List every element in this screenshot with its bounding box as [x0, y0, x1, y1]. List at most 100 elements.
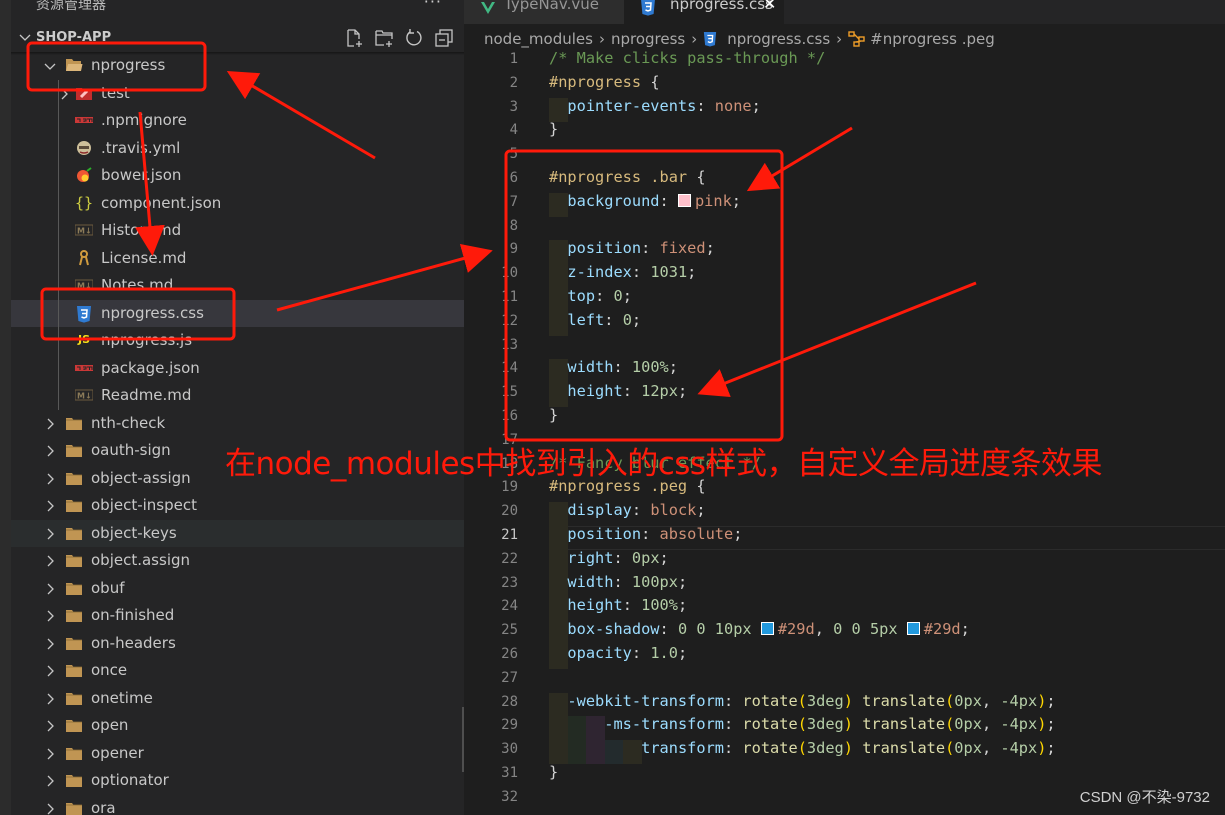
code-line[interactable]: z-index: 1031; — [549, 263, 696, 281]
chevron-right-icon[interactable] — [57, 86, 71, 100]
code-line[interactable]: #nprogress { — [549, 73, 660, 91]
tree-file[interactable]: {} component.json — [11, 190, 464, 218]
tree-item-label: component.json — [101, 193, 222, 212]
code-line[interactable]: background: pink; — [549, 192, 741, 210]
workspace-section-header[interactable]: SHOP-APP — [11, 24, 464, 52]
code-token: ; — [1046, 715, 1056, 734]
chevron-right-icon[interactable] — [43, 773, 57, 787]
tree-file[interactable]: M↓ History.md — [11, 217, 464, 245]
tree-folder[interactable]: nth-check — [11, 410, 464, 438]
code-line[interactable]: } — [549, 763, 558, 781]
code-token: 3deg — [806, 715, 844, 734]
chevron-right-icon[interactable] — [43, 443, 57, 457]
code-token: ; — [687, 263, 697, 282]
chevron-right-icon[interactable] — [43, 553, 57, 567]
code-line[interactable]: position: absolute; — [549, 525, 742, 543]
tree-file[interactable]: package.json — [11, 355, 464, 383]
svg-text:M↓: M↓ — [77, 282, 92, 291]
code-token: ; — [677, 572, 688, 591]
chevron-down-icon[interactable] — [43, 58, 57, 72]
tree-folder[interactable]: ora — [11, 795, 464, 815]
code-line[interactable]: height: 12px; — [549, 382, 687, 400]
folder-icon — [65, 690, 83, 706]
code-line[interactable]: display: block; — [549, 501, 705, 519]
breadcrumb-item[interactable]: node_modules — [484, 30, 593, 48]
code-line[interactable]: width: 100px; — [549, 573, 687, 591]
tree-file[interactable]: M↓ Readme.md — [11, 382, 464, 410]
tree-folder[interactable]: nprogress — [11, 52, 464, 80]
code-line[interactable]: box-shadow: 0 0 10px #29d, 0 0 5px #29d; — [549, 620, 969, 639]
line-number: 31 — [501, 765, 518, 781]
chevron-right-icon[interactable] — [43, 663, 57, 677]
code-token: : — [595, 287, 614, 305]
tree-folder[interactable]: object-inspect — [11, 492, 464, 520]
tree-folder[interactable]: once — [11, 657, 464, 685]
tree-item-label: nth-check — [91, 413, 166, 432]
css-icon — [75, 305, 93, 323]
chevron-right-icon[interactable] — [43, 471, 57, 485]
tree-file[interactable]: JS nprogress.js — [11, 327, 464, 355]
tree-folder[interactable]: optionator — [11, 767, 464, 795]
tree-folder[interactable]: on-headers — [11, 630, 464, 658]
code-line[interactable]: opacity: 1.0; — [549, 644, 687, 662]
tab-nprogress-css[interactable]: nprogress.css ✕ — [624, 0, 784, 24]
breadcrumb-item[interactable]: nprogress.css — [727, 30, 830, 48]
code-line[interactable]: -ms-transform: rotate(3deg) translate(0p… — [549, 715, 1056, 734]
tree-item-label: oauth-sign — [91, 441, 171, 459]
code-line[interactable]: right: 0px; — [549, 549, 668, 567]
new-file-icon[interactable] — [344, 28, 364, 48]
tree-file[interactable]: M↓ Notes.md — [11, 272, 464, 300]
tab-typenav-vue[interactable]: TypeNav.vue — [464, 0, 624, 24]
chevron-right-icon[interactable] — [43, 608, 57, 622]
color-swatch[interactable] — [677, 193, 691, 207]
chevron-right-icon[interactable] — [43, 718, 57, 732]
collapse-all-icon[interactable] — [434, 28, 454, 48]
tree-item-label: Notes.md — [101, 276, 174, 294]
close-tab-icon[interactable]: ✕ — [763, 0, 776, 13]
chevron-right-icon[interactable] — [43, 746, 57, 760]
tree-file[interactable]: nprogress.css — [11, 299, 464, 327]
more-actions-button[interactable]: ··· — [424, 0, 442, 11]
refresh-icon[interactable] — [404, 28, 424, 48]
chevron-right-icon[interactable] — [43, 801, 57, 815]
tree-folder[interactable]: onetime — [11, 685, 464, 713]
chevron-right-icon[interactable] — [43, 581, 57, 595]
tree-folder[interactable]: open — [11, 712, 464, 740]
tree-file[interactable]: .npmignore — [11, 107, 464, 135]
chevron-right-icon[interactable] — [43, 526, 57, 540]
chevron-right-icon[interactable] — [43, 691, 57, 705]
code-line[interactable]: position: fixed; — [549, 239, 714, 257]
tree-file[interactable]: bower.json — [11, 162, 464, 190]
code-line[interactable]: pointer-events: none; — [549, 97, 760, 115]
code-line[interactable]: } — [549, 120, 558, 138]
tree-folder[interactable]: obuf — [11, 575, 464, 603]
chevron-right-icon[interactable] — [43, 498, 57, 512]
new-folder-icon[interactable] — [374, 28, 394, 48]
color-swatch[interactable] — [760, 622, 774, 636]
code-line[interactable]: transform: rotate(3deg) translate(0px, -… — [549, 739, 1056, 757]
tree-file[interactable]: License.md — [11, 245, 464, 273]
tree-item-label: .npmignore — [101, 111, 187, 129]
tree-file[interactable]: .travis.yml — [11, 135, 464, 163]
breadcrumb-item[interactable]: #nprogress .peg — [870, 30, 995, 48]
chevron-right-icon[interactable] — [43, 636, 57, 650]
code-line[interactable]: } — [549, 406, 558, 424]
tree-folder[interactable]: on-finished — [11, 602, 464, 630]
chevron-right-icon[interactable] — [43, 416, 57, 430]
svg-text:M↓: M↓ — [77, 392, 92, 401]
tree-folder[interactable]: opener — [11, 740, 464, 768]
code-line[interactable]: #nprogress .bar { — [549, 168, 706, 186]
code-line[interactable]: /* Make clicks pass-through */ — [549, 49, 825, 67]
code-line[interactable]: width: 100%; — [549, 358, 678, 376]
breadcrumb-item[interactable]: nprogress — [611, 30, 685, 48]
code-line[interactable]: height: 100%; — [549, 596, 687, 614]
code-token: box-shadow — [567, 620, 660, 639]
tree-folder[interactable]: object.assign — [11, 547, 464, 575]
tree-folder[interactable]: object-keys — [11, 519, 464, 547]
color-swatch[interactable] — [906, 622, 920, 636]
code-line[interactable]: top: 0; — [549, 287, 632, 305]
code-line[interactable]: left: 0; — [549, 311, 641, 329]
code-line[interactable]: -webkit-transform: rotate(3deg) translat… — [549, 692, 1055, 710]
tree-folder[interactable]: test — [11, 80, 464, 108]
